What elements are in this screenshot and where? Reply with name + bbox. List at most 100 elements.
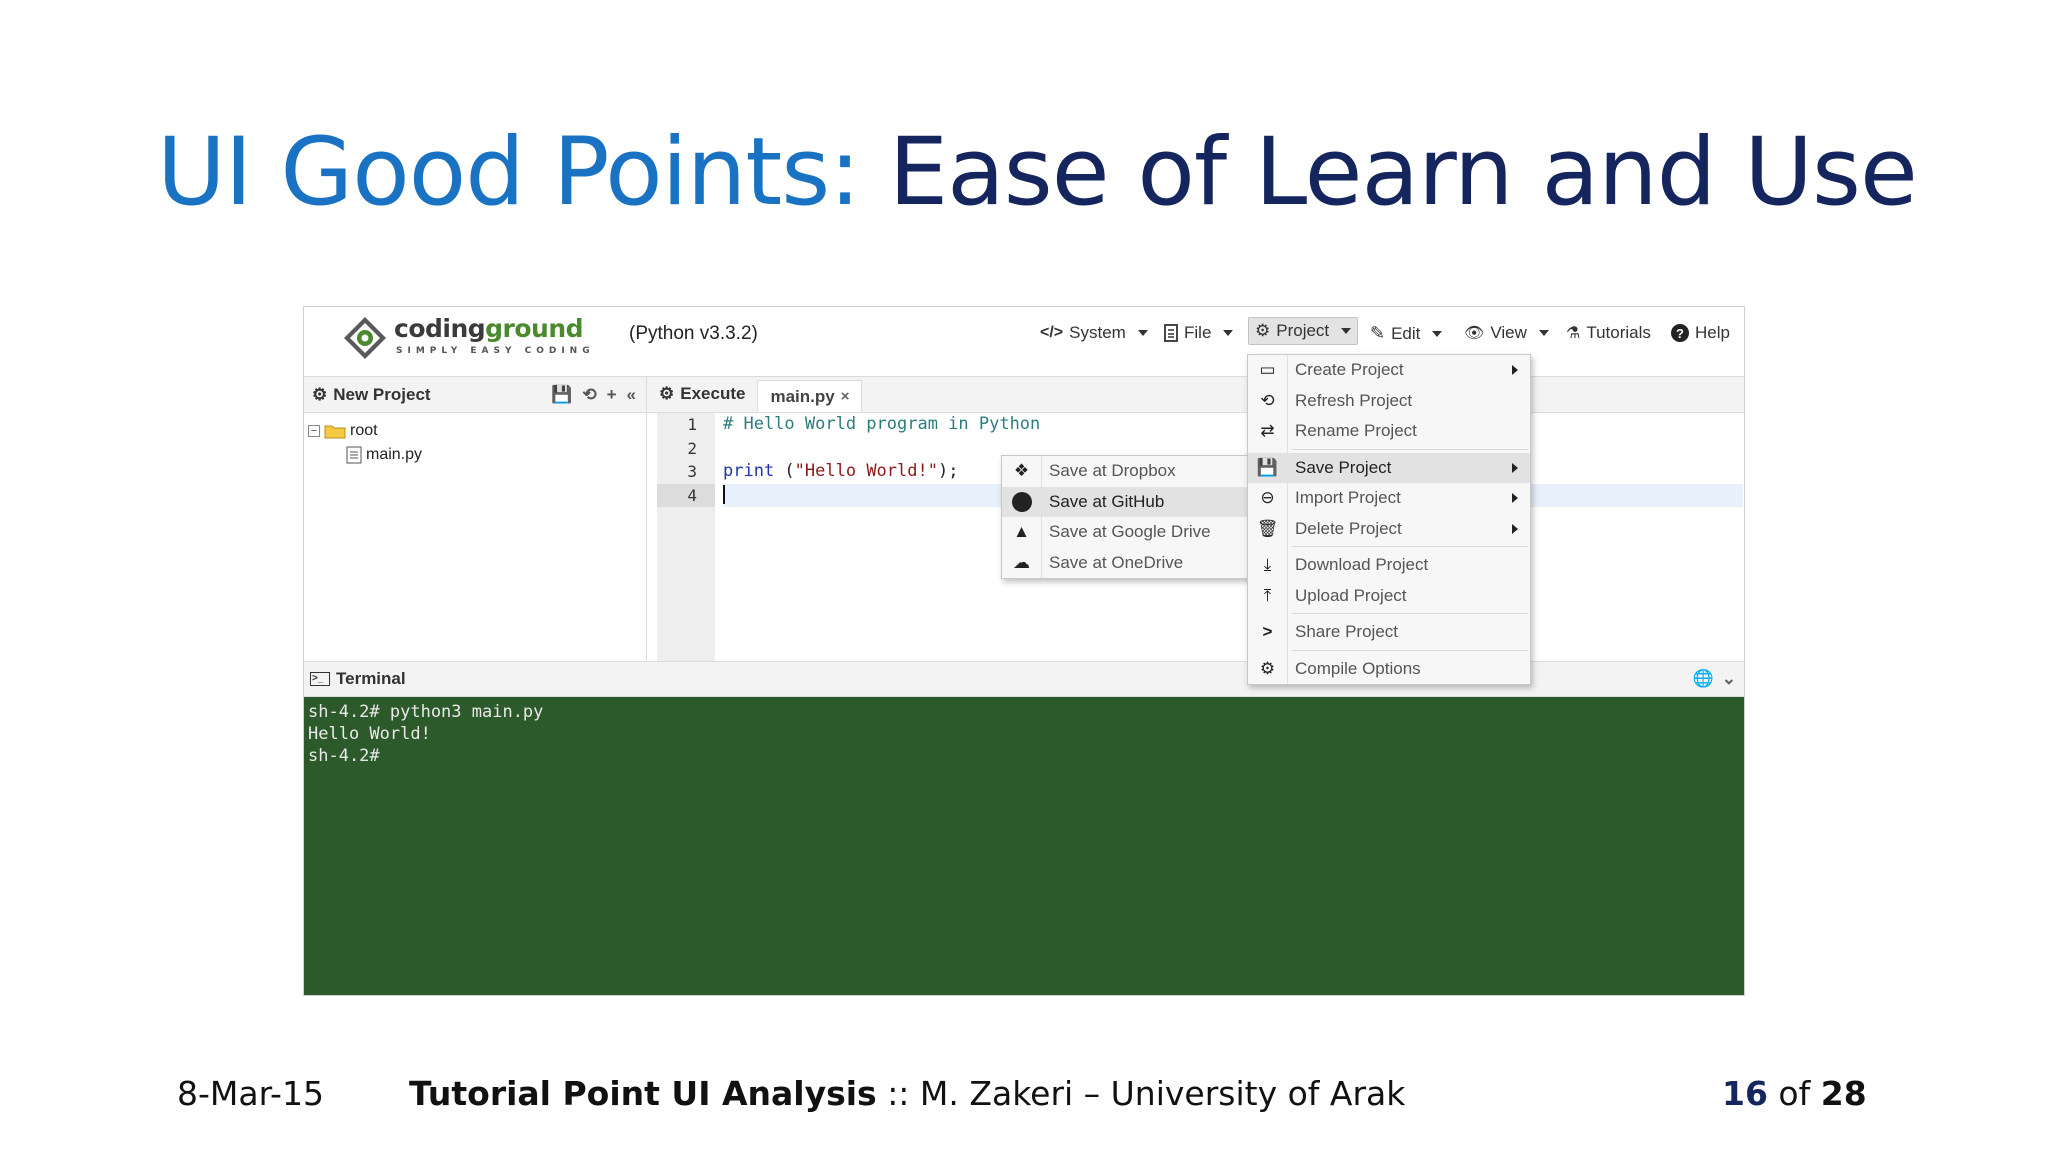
menu-item-compile-options[interactable]: ⚙ Compile Options (1248, 653, 1530, 684)
menu-system-label: System (1069, 323, 1126, 342)
share-icon: > (1248, 617, 1288, 648)
menu-file-label: File (1184, 323, 1212, 342)
menu-item-label: Rename Project (1295, 421, 1417, 441)
refresh-icon[interactable]: ⟲ (582, 385, 596, 405)
menu-item-save-github[interactable]: Save at GitHub (1002, 486, 1250, 517)
refresh-icon: ⟲ (1248, 385, 1288, 416)
footer-separator: :: (876, 1074, 920, 1113)
folder-icon (324, 425, 346, 439)
menu-help-label: Help (1695, 323, 1730, 342)
gear-icon: ⚙ (312, 384, 328, 404)
collapse-toggle-icon[interactable]: − (308, 425, 320, 437)
google-drive-icon: ▲ (1002, 517, 1042, 548)
gear-icon: ⚙ (1255, 321, 1271, 340)
eye-icon: 👁 (1464, 325, 1485, 342)
dropbox-icon: ❖ (1002, 456, 1042, 487)
swap-icon: ⇄ (1248, 416, 1288, 447)
menu-system[interactable]: </> System (1040, 323, 1148, 343)
tree-item-main-py[interactable]: main.py (308, 443, 646, 467)
save-submenu: ❖ Save at Dropbox Save at GitHub ▲ Save … (1001, 455, 1251, 579)
menu-item-label: Download Project (1295, 555, 1429, 575)
menu-item-create-project[interactable]: ▭ Create Project (1248, 355, 1530, 386)
menu-item-delete-project[interactable]: 🗑 Delete Project (1248, 513, 1530, 544)
menu-view[interactable]: 👁 View (1464, 323, 1549, 343)
menu-edit[interactable]: ✎ Edit (1370, 323, 1443, 344)
menu-item-share-project[interactable]: > Share Project (1248, 617, 1530, 648)
submenu-arrow-icon (1512, 493, 1518, 503)
help-icon: ? (1671, 324, 1689, 342)
menu-item-label: Share Project (1295, 622, 1398, 642)
menu-help[interactable]: ? Help (1671, 323, 1730, 343)
window-icon: ▭ (1248, 355, 1288, 386)
footer-course: Tutorial Point UI Analysis (409, 1074, 877, 1113)
document-icon (346, 446, 362, 464)
project-panel-tools: 💾 ⟲ + « (551, 385, 636, 405)
terminal-line: sh-4.2# python3 main.py (308, 702, 544, 722)
terminal-line: sh-4.2# (308, 746, 380, 766)
edit-icon: ✎ (1370, 323, 1386, 343)
trash-icon: 🗑 (1248, 513, 1288, 544)
menu-item-rename-project[interactable]: ⇄ Rename Project (1248, 416, 1530, 447)
submenu-arrow-icon (1512, 462, 1518, 473)
menu-item-label: Save at OneDrive (1049, 552, 1184, 572)
footer-center: Tutorial Point UI Analysis :: M. Zakeri … (409, 1074, 1405, 1113)
terminal-output[interactable]: sh-4.2# python3 main.py Hello World! sh-… (304, 697, 1744, 995)
page-current: 16 (1722, 1074, 1768, 1113)
logo-tagline: SIMPLY EASY CODING (396, 346, 595, 356)
logo-name-part1: coding (394, 314, 486, 343)
code-line[interactable]: # Hello World program in Python (723, 413, 1743, 437)
new-project-label[interactable]: New Project (333, 385, 430, 405)
execute-button[interactable]: ⚙ Execute (647, 376, 757, 412)
menu-item-save-onedrive[interactable]: ☁ Save at OneDrive (1002, 547, 1250, 578)
tree-item-root[interactable]: − root (308, 419, 646, 443)
menu-item-save-project[interactable]: 💾 Save Project (1248, 452, 1530, 483)
slide-title-rest: Ease of Learn and Use (888, 118, 1918, 227)
caret-down-icon (1538, 330, 1549, 336)
line-number: 2 (687, 438, 697, 458)
menu-item-save-google-drive[interactable]: ▲ Save at Google Drive (1002, 517, 1250, 548)
language-version: (Python v3.3.2) (629, 323, 758, 344)
project-menu: ▭ Create Project ⟲ Refresh Project ⇄ Ren… (1247, 354, 1531, 685)
globe-icon[interactable]: 🌐 (1693, 669, 1714, 689)
submenu-arrow-icon (1512, 365, 1518, 375)
cloud-icon: ☁ (1002, 547, 1042, 578)
import-icon: ⊖ (1248, 483, 1288, 514)
code-icon: </> (1040, 324, 1064, 341)
project-panel: ⚙ New Project 💾 ⟲ + « − root main.py (304, 377, 647, 661)
menu-item-label: Save Project (1295, 457, 1392, 477)
menu-project[interactable]: ⚙ Project (1248, 317, 1359, 345)
tab-main-py[interactable]: main.py × (757, 380, 863, 412)
menu-file[interactable]: File (1164, 323, 1234, 343)
menu-edit-label: Edit (1391, 323, 1421, 343)
menu-item-label: Save at Google Drive (1049, 522, 1211, 542)
code-comment: # Hello World program in Python (723, 414, 1041, 434)
menu-item-upload-project[interactable]: ⤒ Upload Project (1248, 580, 1530, 611)
project-panel-header: ⚙ New Project 💾 ⟲ + « (304, 377, 646, 413)
terminal-icon: >_ (310, 672, 330, 686)
save-icon[interactable]: 💾 (551, 385, 572, 405)
close-icon[interactable]: × (841, 388, 850, 405)
collapse-icon[interactable]: « (627, 385, 636, 405)
execute-label: Execute (680, 384, 746, 403)
menu-project-label: Project (1276, 321, 1330, 340)
menu-item-label: Compile Options (1295, 658, 1421, 678)
menu-item-import-project[interactable]: ⊖ Import Project (1248, 483, 1530, 514)
menu-item-refresh-project[interactable]: ⟲ Refresh Project (1248, 385, 1530, 416)
line-number: 3 (687, 462, 697, 481)
caret-down-icon (1137, 330, 1148, 336)
app-logo-text[interactable]: codingground (394, 314, 584, 343)
chevron-down-icon[interactable]: ⌄ (1722, 669, 1736, 689)
menu-item-download-project[interactable]: ⤓ Download Project (1248, 550, 1530, 581)
submenu-arrow-icon (1512, 523, 1518, 534)
logo-name-part2: ground (485, 314, 584, 343)
gears-icon: ⚙ (1248, 653, 1288, 684)
line-number: 4 (657, 483, 715, 507)
caret-down-icon (1432, 330, 1443, 337)
download-icon: ⤓ (1248, 550, 1288, 581)
tab-label: main.py (770, 386, 835, 406)
menu-tutorials[interactable]: ⚗ Tutorials (1566, 323, 1651, 343)
add-icon[interactable]: + (607, 385, 617, 405)
ide-screenshot: codingground SIMPLY EASY CODING (Python … (303, 306, 1745, 996)
page-total: 28 (1820, 1074, 1867, 1113)
menu-item-save-dropbox[interactable]: ❖ Save at Dropbox (1002, 456, 1250, 487)
